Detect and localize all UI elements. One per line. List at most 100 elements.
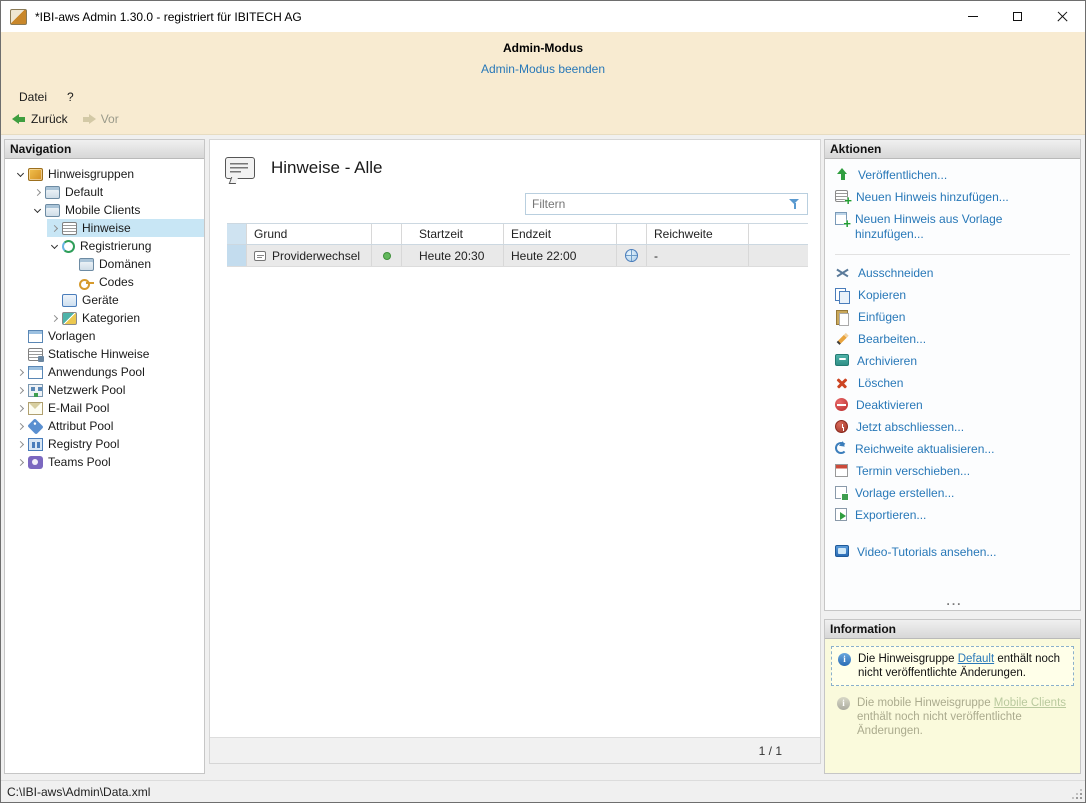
mobile-clients-group-link[interactable]: Mobile Clients [994,697,1066,709]
action-kopieren[interactable]: Kopieren [835,288,1074,303]
action-deaktivieren[interactable]: Deaktivieren [835,398,1074,413]
chevron-collapsed-icon[interactable] [13,442,27,447]
tree-item-label: Default [65,185,103,199]
action-label: Veröffentlichen... [858,168,1074,183]
action-ausschneiden[interactable]: Ausschneiden [835,266,1074,281]
navigation-toolbar: Zurück Vor [1,108,1085,135]
tree-item-label: Netzwerk Pool [48,383,125,397]
action-jetzt-abschliessen[interactable]: Jetzt abschliessen... [835,420,1074,435]
forward-arrow-icon [82,114,96,125]
cell-grund-text: Providerwechsel [272,249,360,263]
action-archivieren[interactable]: Archivieren [835,354,1074,369]
column-header-startzeit[interactable]: Startzeit [402,224,504,244]
tree-item-netzwerk-pool[interactable]: Netzwerk Pool [5,381,204,399]
information-header: Information [825,620,1080,639]
action-video-tutorials[interactable]: Video-Tutorials ansehen... [835,545,1074,560]
tree-indent [5,255,64,273]
tree-item-mobile-clients[interactable]: Mobile Clients [5,201,204,219]
close-button[interactable] [1040,1,1085,32]
tree-item-hinweise[interactable]: Hinweise [5,219,204,237]
info-message-default[interactable]: Die Hinweisgruppe Default enthält noch n… [831,646,1074,686]
chevron-collapsed-icon[interactable] [47,226,61,231]
column-header-endzeit[interactable]: Endzeit [504,224,617,244]
tree-item-registrierung[interactable]: Registrierung [5,237,204,255]
paste-icon [835,310,850,324]
chevron-expanded-icon[interactable] [30,209,44,212]
resize-grip-icon[interactable] [1070,787,1082,799]
tree-item-anwendungs-pool[interactable]: Anwendungs Pool [5,363,204,381]
admin-mode-banner: Admin-Modus Admin-Modus beenden [1,32,1085,86]
registration-icon [62,240,75,253]
action-exportieren[interactable]: Exportieren... [835,508,1074,523]
panel-splitter[interactable] [824,611,1081,619]
column-header-grund[interactable]: Grund [247,224,372,244]
menu-datei[interactable]: Datei [9,88,57,106]
tree-item-statische-hinweise[interactable]: Statische Hinweise [5,345,204,363]
column-header-scope[interactable] [617,224,647,244]
funnel-icon[interactable] [788,197,802,211]
column-header-selector[interactable] [227,224,247,244]
close-icon [1057,11,1068,22]
row-selector-cell[interactable] [227,245,247,266]
tree-item-registry-pool[interactable]: Registry Pool [5,435,204,453]
tree-item-default[interactable]: Default [5,183,204,201]
right-column: Aktionen Veröffentlichen... Neuen Hinwei… [824,139,1081,774]
table-row[interactable]: Providerwechsel Heute 20:30 Heute 22:00 … [227,245,808,267]
admin-mode-end-link[interactable]: Admin-Modus beenden [481,62,605,76]
column-header-reichweite[interactable]: Reichweite [647,224,749,244]
info-text-suffix: enthält noch nicht veröffentlichte Änder… [857,711,1022,737]
network-pool-icon [28,384,43,397]
action-vorlage-erstellen[interactable]: Vorlage erstellen... [835,486,1074,501]
back-button[interactable]: Zurück [7,110,77,128]
chevron-collapsed-icon[interactable] [13,424,27,429]
action-loeschen[interactable]: Löschen [835,376,1074,391]
tree-indent [5,219,47,237]
action-label: Bearbeiten... [858,332,1074,347]
tree-indent [5,273,64,291]
tree-item-teams-pool[interactable]: Teams Pool [5,453,204,471]
maximize-button[interactable] [995,1,1040,32]
tree-item-label: Teams Pool [48,455,111,469]
action-neuen-hinweis-aus-vorlage[interactable]: Neuen Hinweis aus Vorlage hinzufügen... [835,212,1074,242]
cell-status [372,245,402,266]
action-label: Jetzt abschliessen... [856,420,1074,435]
chevron-collapsed-icon[interactable] [47,316,61,321]
default-group-link[interactable]: Default [958,653,994,665]
info-message-mobile-clients[interactable]: Die mobile Hinweisgruppe Mobile Clients … [831,691,1074,743]
tree-item-email-pool[interactable]: E-Mail Pool [5,399,204,417]
column-header-status[interactable] [372,224,402,244]
chevron-expanded-icon[interactable] [13,173,27,176]
forward-button[interactable]: Vor [77,110,128,128]
hint-groups-icon [28,168,43,181]
action-bearbeiten[interactable]: Bearbeiten... [835,332,1074,347]
action-label: Video-Tutorials ansehen... [857,545,1074,560]
tree-item-label: E-Mail Pool [48,401,109,415]
chevron-collapsed-icon[interactable] [13,460,27,465]
tree-item-kategorien[interactable]: Kategorien [5,309,204,327]
chevron-expanded-icon[interactable] [47,245,61,248]
actions-header: Aktionen [825,140,1080,159]
window-controls [950,1,1085,32]
tree-item-codes[interactable]: Codes [5,273,204,291]
chevron-collapsed-icon[interactable] [13,388,27,393]
action-einfuegen[interactable]: Einfügen [835,310,1074,325]
chevron-collapsed-icon[interactable] [13,406,27,411]
action-neuen-hinweis-hinzufuegen[interactable]: Neuen Hinweis hinzufügen... [835,190,1074,205]
tree-indent [5,417,13,435]
chevron-collapsed-icon[interactable] [13,370,27,375]
cell-startzeit: Heute 20:30 [402,245,504,266]
action-termin-verschieben[interactable]: Termin verschieben... [835,464,1074,479]
tree-item-hinweisgruppen[interactable]: Hinweisgruppen [5,165,204,183]
tree-item-vorlagen[interactable]: Vorlagen [5,327,204,345]
menu-help[interactable]: ? [57,88,84,106]
actions-more-dots[interactable]: ... [835,596,1074,608]
tree-item-geraete[interactable]: Geräte [5,291,204,309]
chevron-collapsed-icon[interactable] [30,190,44,195]
tree-item-domaenen[interactable]: Domänen [5,255,204,273]
filter-input[interactable] [526,197,788,211]
action-reichweite-aktualisieren[interactable]: Reichweite aktualisieren... [835,442,1074,457]
tree-item-attribut-pool[interactable]: Attribut Pool [5,417,204,435]
action-veroeffentlichen[interactable]: Veröffentlichen... [835,168,1074,183]
info-text: Die mobile Hinweisgruppe Mobile Clients … [857,696,1068,738]
minimize-button[interactable] [950,1,995,32]
